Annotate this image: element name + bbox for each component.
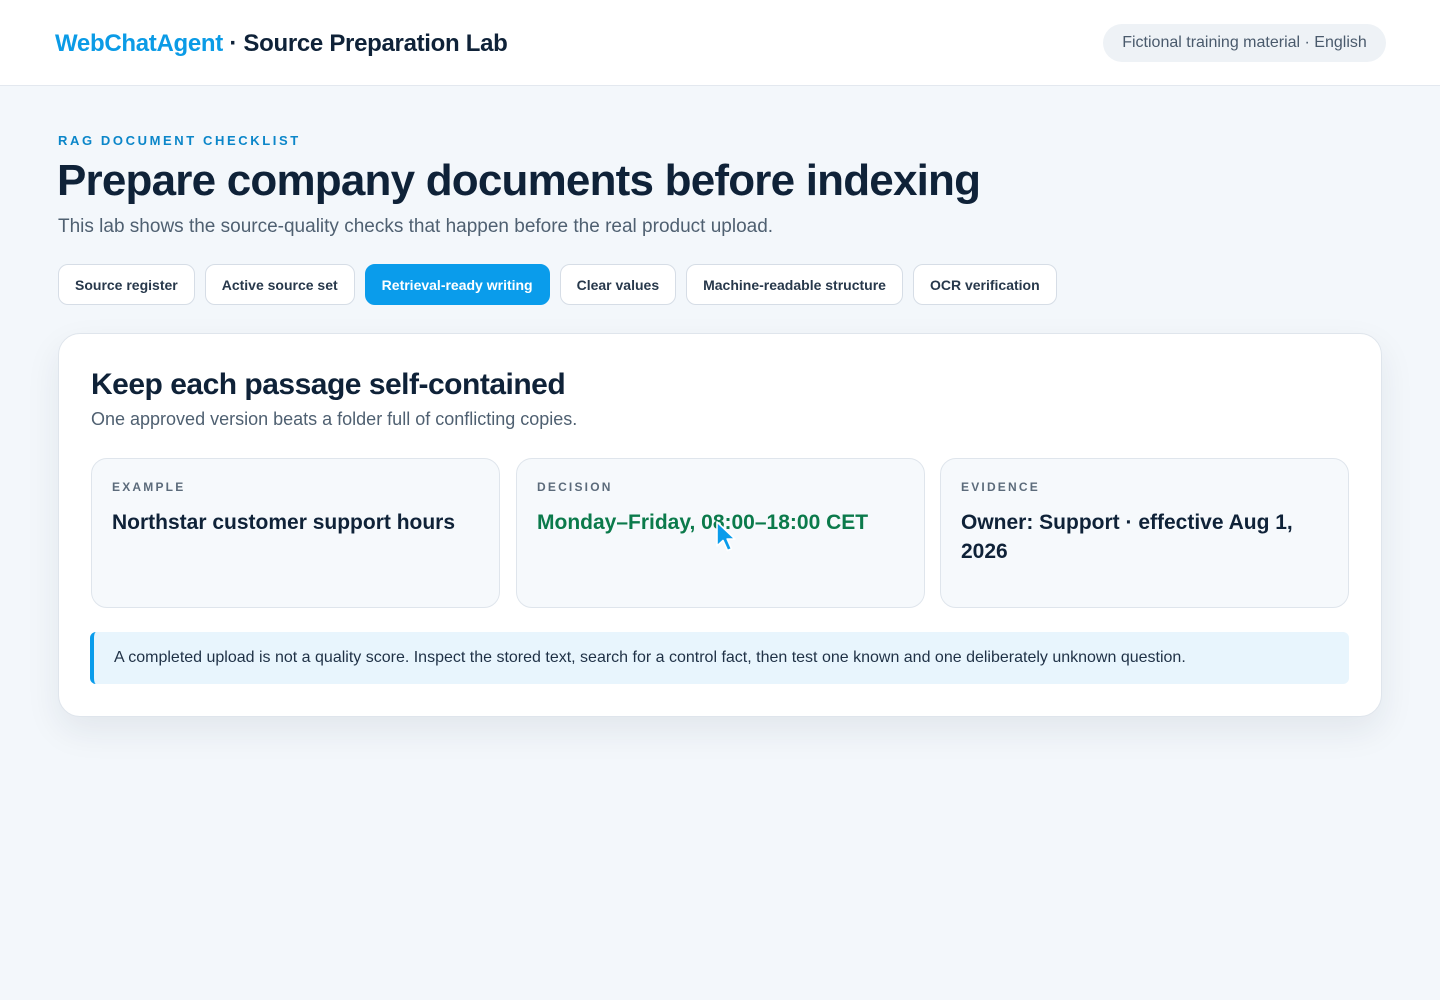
brand-separator: · [222, 30, 244, 57]
tab-retrieval-ready-writing[interactable]: Retrieval-ready writing [364, 264, 550, 305]
tab-active-source-set[interactable]: Active source set [204, 264, 355, 305]
example-card: EXAMPLE Northstar customer support hours [91, 458, 500, 608]
section-eyebrow: RAG DOCUMENT CHECKLIST [58, 133, 301, 148]
example-value: Northstar customer support hours [112, 511, 456, 534]
example-label: EXAMPLE [112, 480, 186, 494]
tab-source-register[interactable]: Source register [58, 264, 195, 305]
language-badge: Fictional training material · English [1103, 24, 1386, 62]
tab-machine-readable-structure[interactable]: Machine-readable structure [686, 264, 903, 305]
page-subtitle: This lab shows the source-quality checks… [58, 216, 774, 237]
evidence-label: EVIDENCE [961, 480, 1040, 494]
quality-note: A completed upload is not a quality scor… [90, 632, 1349, 684]
app-brand: WebChatAgent · Source Preparation Lab [55, 30, 508, 58]
app-name: Source Preparation Lab [243, 30, 508, 57]
decision-label: DECISION [537, 480, 613, 494]
mouse-pointer-icon [716, 521, 736, 552]
panel-subtitle: One approved version beats a folder full… [91, 409, 578, 429]
checklist-tabs: Source register Active source set Retrie… [58, 264, 1057, 305]
brand-name: WebChatAgent [55, 30, 223, 57]
evidence-value: Owner: Support · effective Aug 1, 2026 [961, 511, 1293, 563]
tab-ocr-verification[interactable]: OCR verification [912, 264, 1057, 305]
evidence-card: EVIDENCE Owner: Support · effective Aug … [940, 458, 1349, 608]
top-bar: WebChatAgent · Source Preparation Lab Fi… [0, 0, 1440, 86]
panel-title: Keep each passage self-contained [91, 368, 566, 401]
tab-clear-values[interactable]: Clear values [559, 264, 677, 305]
page-title: Prepare company documents before indexin… [57, 156, 981, 205]
